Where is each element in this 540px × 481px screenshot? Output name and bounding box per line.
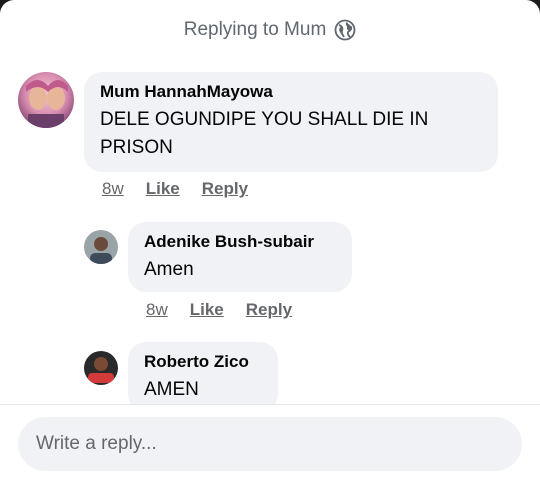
avatar[interactable]: [84, 230, 118, 264]
comment-text: AMEN: [144, 379, 199, 400]
comment-bubble: Adenike Bush-subair Amen: [128, 222, 352, 292]
avatar[interactable]: [18, 72, 74, 128]
comment-bubble: Roberto Zico AMEN: [128, 342, 278, 412]
comment-actions: 8w Like Reply: [102, 179, 248, 199]
reply-sheet: Replying to Mum Mum HannahMayowa DELE OG…: [0, 0, 540, 481]
comment-timestamp[interactable]: 8w: [102, 179, 124, 199]
reply-button[interactable]: Reply: [246, 300, 292, 320]
comment-bubble: Mum HannahMayowa DELE OGUNDIPE YOU SHALL…: [84, 72, 498, 172]
comment-author[interactable]: Roberto Zico: [144, 352, 262, 372]
comment-author[interactable]: Adenike Bush-subair: [144, 232, 336, 252]
reply-composer: [0, 404, 540, 481]
comment-timestamp[interactable]: 8w: [146, 300, 168, 320]
like-button[interactable]: Like: [146, 179, 180, 199]
globe-icon: [334, 19, 356, 41]
avatar[interactable]: [84, 351, 118, 385]
reply-button[interactable]: Reply: [202, 179, 248, 199]
comment-text: Amen: [144, 259, 194, 280]
comment-author[interactable]: Mum HannahMayowa: [100, 82, 482, 102]
comment-actions: 8w Like Reply: [146, 300, 292, 320]
comment-text: DELE OGUNDIPE YOU SHALL DIE IN PRISON: [100, 109, 429, 158]
reply-input[interactable]: [18, 417, 522, 471]
header-title: Replying to Mum: [183, 19, 327, 40]
reply-header: Replying to Mum: [0, 0, 540, 60]
like-button[interactable]: Like: [190, 300, 224, 320]
